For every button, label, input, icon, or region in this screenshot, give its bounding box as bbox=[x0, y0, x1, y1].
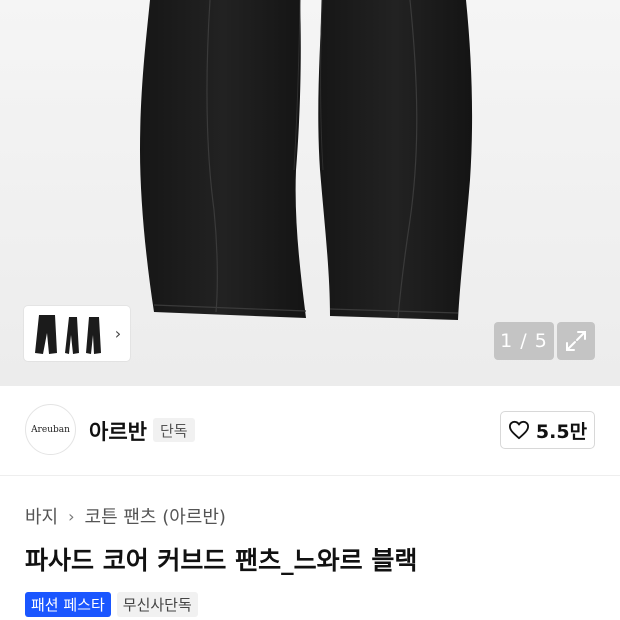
breadcrumb-category[interactable]: 바지 bbox=[25, 503, 58, 529]
expand-button[interactable] bbox=[557, 322, 595, 360]
brand-name[interactable]: 아르반 bbox=[89, 416, 147, 446]
brand-logo-text: Areuban bbox=[31, 424, 70, 435]
thumbnail-image[interactable] bbox=[27, 309, 109, 358]
like-count: 5.5만 bbox=[535, 420, 588, 443]
expand-arrows-icon bbox=[566, 331, 586, 351]
heart-outline-icon bbox=[508, 420, 529, 440]
breadcrumb-subcategory[interactable]: 코튼 팬츠 (아르반) bbox=[85, 503, 226, 529]
fashion-festa-tag[interactable]: 패션 페스타 bbox=[25, 592, 111, 617]
like-button[interactable]: 5.5만 bbox=[500, 411, 595, 449]
breadcrumb: 바지 › 코튼 팬츠 (아르반) bbox=[25, 503, 226, 529]
product-tags: 패션 페스타 무신사단독 bbox=[25, 592, 198, 617]
product-title: 파사드 코어 커브드 팬츠_느와르 블랙 bbox=[25, 546, 418, 575]
product-image-gallery[interactable]: › 1 / 5 bbox=[0, 0, 620, 386]
chevron-right-icon: › bbox=[68, 506, 75, 526]
musinsa-exclusive-tag: 무신사단독 bbox=[116, 592, 198, 617]
image-counter: 1 / 5 bbox=[494, 322, 554, 360]
brand-row: Areuban 아르반 단독 5.5만 bbox=[0, 386, 620, 476]
thumbnail-strip[interactable]: › bbox=[24, 306, 130, 361]
brand-logo[interactable]: Areuban bbox=[25, 404, 76, 455]
exclusive-badge: 단독 bbox=[153, 418, 195, 442]
chevron-right-icon[interactable]: › bbox=[109, 324, 127, 343]
